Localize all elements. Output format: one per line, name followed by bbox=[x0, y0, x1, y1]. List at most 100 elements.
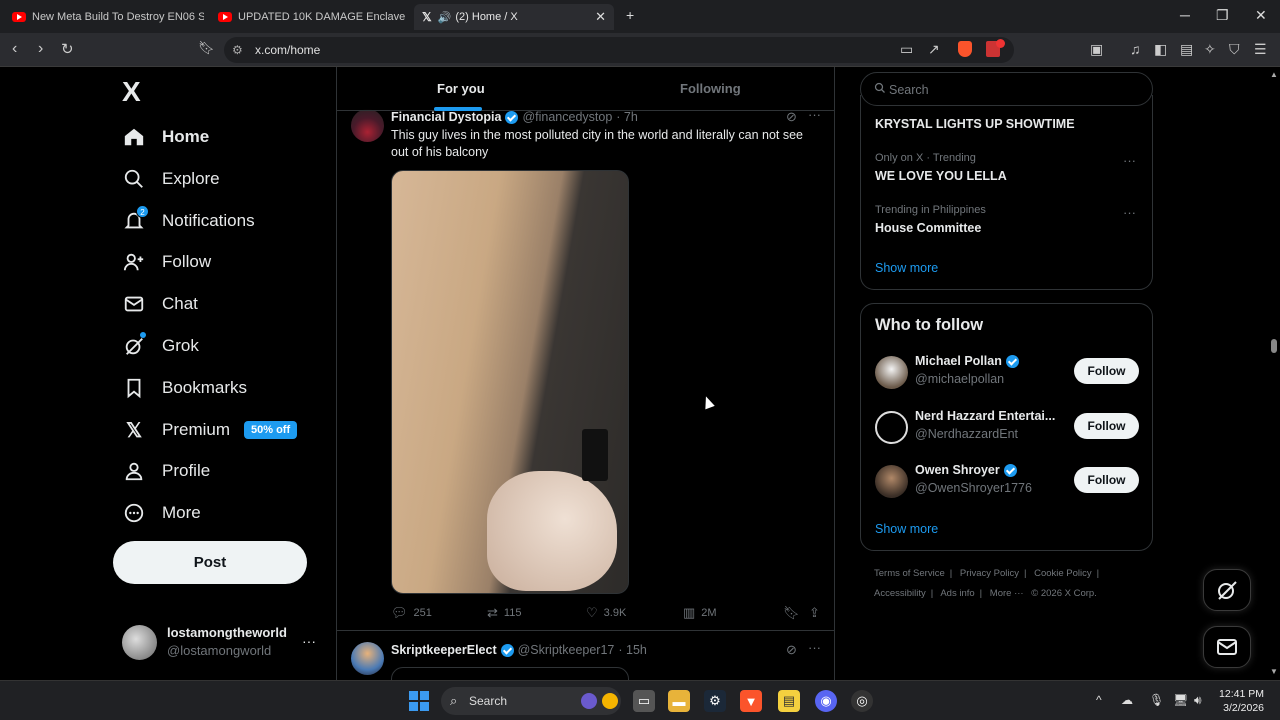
more-dots-icon[interactable]: ··· bbox=[1123, 153, 1136, 168]
url-field[interactable]: ⚙ x.com/home bbox=[224, 37, 1014, 63]
footer-link[interactable]: More ··· bbox=[990, 588, 1024, 599]
minimize-icon[interactable]: ─ bbox=[1180, 7, 1190, 23]
grok-icon[interactable]: ⊘ bbox=[786, 109, 797, 125]
notification-count-badge: 2 bbox=[136, 205, 149, 218]
sidebar-item-explore[interactable]: Explore bbox=[122, 164, 220, 194]
main-feed: For you Following Financial Dystopia @fi… bbox=[336, 67, 835, 680]
more-dots-icon[interactable]: ··· bbox=[1123, 205, 1136, 220]
like-button[interactable]: ♡ 3.9K bbox=[586, 605, 626, 621]
tab-for-you[interactable]: For you bbox=[437, 81, 485, 96]
tweet-author[interactable]: SkriptkeeperElect @Skriptkeeper17 · 15h bbox=[391, 643, 647, 657]
views-button[interactable]: ▥ 2M bbox=[683, 605, 717, 621]
close-tab-icon[interactable]: ✕ bbox=[595, 9, 606, 25]
task-view-icon[interactable]: ▭ bbox=[633, 690, 655, 712]
forward-icon[interactable]: › bbox=[38, 40, 43, 58]
search-input[interactable]: Search bbox=[860, 72, 1153, 106]
trend-title[interactable]: KRYSTAL LIGHTS UP SHOWTIME bbox=[875, 117, 1075, 131]
trend-context: Only on X · Trending bbox=[875, 152, 976, 164]
footer-link[interactable]: Cookie Policy bbox=[1034, 568, 1092, 579]
trend-title[interactable]: House Committee bbox=[875, 221, 981, 235]
scroll-up-icon[interactable]: ▲ bbox=[1270, 70, 1278, 79]
site-info-icon[interactable]: ⚙ bbox=[232, 43, 243, 57]
tab-following[interactable]: Following bbox=[680, 81, 741, 96]
network-icon[interactable]: 🖥︎ bbox=[1173, 693, 1188, 707]
more-dots-icon[interactable]: ··· bbox=[808, 640, 821, 655]
reply-button[interactable]: 💬︎ 251 bbox=[391, 605, 432, 621]
sidebar-item-more[interactable]: More bbox=[122, 498, 201, 528]
file-explorer-icon[interactable]: ▬ bbox=[668, 690, 690, 712]
x-logo[interactable]: X bbox=[122, 76, 141, 108]
brave-shields-icon[interactable] bbox=[958, 41, 972, 57]
tweet-author[interactable]: Financial Dystopia @financedystop · 7h bbox=[391, 110, 638, 124]
tweet-media[interactable] bbox=[391, 667, 629, 680]
reload-icon[interactable]: ↻ bbox=[61, 40, 74, 58]
music-icon[interactable]: ♫ bbox=[1130, 41, 1141, 57]
post-button[interactable]: Post bbox=[113, 541, 307, 584]
share-button[interactable]: ⇪ bbox=[809, 605, 826, 621]
restore-icon[interactable]: ❐ bbox=[1216, 7, 1229, 24]
panel-icon[interactable]: ◧ bbox=[1154, 41, 1167, 58]
sidebar-icon[interactable]: ▣ bbox=[1090, 41, 1103, 58]
brave-browser-icon[interactable]: ▼ bbox=[740, 690, 762, 712]
sidebar-item-follow[interactable]: Follow bbox=[122, 247, 211, 277]
scroll-down-icon[interactable]: ▼ bbox=[1270, 667, 1278, 676]
sidebar-item-profile[interactable]: Profile bbox=[122, 456, 210, 486]
volume-icon[interactable]: 🔊︎ bbox=[1194, 693, 1202, 708]
onedrive-icon[interactable]: ☁ bbox=[1121, 693, 1133, 707]
repost-button[interactable]: ⇄ 115 bbox=[487, 605, 521, 621]
browser-tab-3[interactable]: 𝕏 🔊 (2) Home / X ✕ bbox=[414, 4, 614, 30]
bookmark-button[interactable]: 🔖︎ bbox=[783, 605, 806, 621]
vpn-icon[interactable]: ⛉ bbox=[1229, 41, 1240, 58]
share-icon[interactable]: ↗ bbox=[928, 41, 940, 58]
new-tab-icon[interactable]: + bbox=[626, 7, 634, 23]
follow-button[interactable]: Follow bbox=[1074, 358, 1139, 384]
footer-link[interactable]: Privacy Policy bbox=[960, 568, 1019, 579]
messages-fab-button[interactable] bbox=[1203, 626, 1251, 668]
obs-icon[interactable]: ◎ bbox=[851, 690, 873, 712]
sidebar-item-bookmarks[interactable]: Bookmarks bbox=[122, 373, 247, 403]
taskbar-clock[interactable]: 12:41 PM 3/2/2026 bbox=[1218, 687, 1264, 715]
grok-icon[interactable]: ⊘ bbox=[786, 642, 797, 658]
avatar[interactable] bbox=[351, 109, 384, 142]
tray-overflow-icon[interactable]: ^ bbox=[1096, 693, 1102, 707]
footer-link[interactable]: Ads info bbox=[940, 588, 974, 599]
sidebar-item-home[interactable]: Home bbox=[122, 122, 209, 152]
steam-icon[interactable]: ⚙ bbox=[704, 690, 726, 712]
scrollbar-thumb[interactable] bbox=[1271, 339, 1277, 353]
sidebar-item-notifications[interactable]: 2 Notifications bbox=[122, 205, 255, 236]
footer-link[interactable]: Accessibility bbox=[874, 588, 926, 599]
page-scrollbar[interactable]: ▲ ▼ bbox=[1268, 67, 1280, 680]
microphone-icon[interactable]: 🎙︎ bbox=[1149, 693, 1164, 707]
follow-show-more-link[interactable]: Show more bbox=[875, 522, 938, 536]
trend-title[interactable]: WE LOVE YOU LELLA bbox=[875, 169, 1007, 183]
taskbar-search[interactable]: ⌕ Search bbox=[441, 687, 621, 715]
follow-button[interactable]: Follow bbox=[1074, 467, 1139, 493]
menu-icon[interactable]: ☰ bbox=[1254, 41, 1267, 58]
back-icon[interactable]: ‹ bbox=[12, 40, 17, 58]
wallet-icon[interactable]: ▤ bbox=[1180, 41, 1193, 58]
avatar[interactable] bbox=[351, 642, 384, 675]
sticky-notes-icon[interactable]: ▤ bbox=[778, 690, 800, 712]
tweet-video[interactable] bbox=[391, 170, 629, 594]
sidebar-item-premium[interactable]: 𝕏 Premium 50% off bbox=[122, 415, 298, 445]
follow-button[interactable]: Follow bbox=[1074, 413, 1139, 439]
follow-suggestion[interactable]: Michael Pollan @michaelpollan Follow bbox=[875, 354, 1140, 394]
close-window-icon[interactable]: ✕ bbox=[1255, 7, 1267, 24]
grok-fab-button[interactable] bbox=[1203, 569, 1251, 611]
windows-start-icon[interactable] bbox=[409, 691, 429, 711]
sidebar-item-chat[interactable]: Chat bbox=[122, 289, 198, 319]
leo-ai-icon[interactable]: ✧ bbox=[1204, 41, 1216, 58]
bookmark-page-icon[interactable]: 🔖︎ bbox=[198, 40, 215, 56]
account-switcher[interactable]: lostamongtheworld @lostamongworld bbox=[122, 625, 287, 660]
discord-icon[interactable]: ◉ bbox=[815, 690, 837, 712]
follow-suggestion[interactable]: Nerd Hazzard Entertai... @NerdhazzardEnt… bbox=[875, 409, 1140, 449]
more-dots-icon[interactable]: ··· bbox=[302, 633, 316, 649]
cast-icon[interactable]: ▭ bbox=[900, 41, 913, 58]
browser-tab-1[interactable]: New Meta Build To Destroy EN06 Sh bbox=[4, 4, 204, 30]
footer-link[interactable]: Terms of Service bbox=[874, 568, 945, 579]
trends-show-more-link[interactable]: Show more bbox=[875, 261, 938, 275]
sidebar-item-grok[interactable]: Grok bbox=[122, 331, 199, 361]
follow-suggestion[interactable]: Owen Shroyer @OwenShroyer1776 Follow bbox=[875, 463, 1140, 503]
bookmark-icon bbox=[122, 376, 146, 400]
browser-tab-2[interactable]: UPDATED 10K DAMAGE Enclave Plas bbox=[210, 4, 408, 30]
